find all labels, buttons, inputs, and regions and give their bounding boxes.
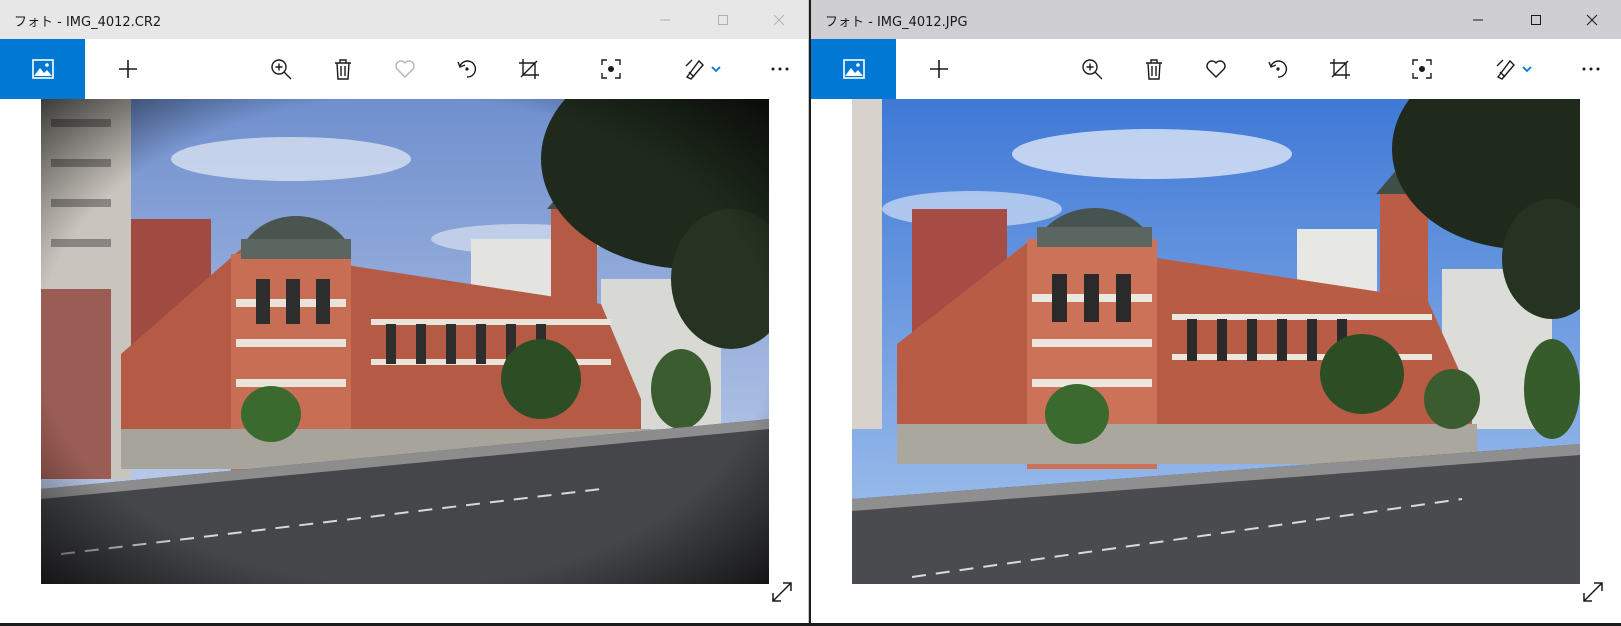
photo-building-image bbox=[41, 99, 769, 584]
add-button[interactable] bbox=[923, 53, 955, 85]
photo-image bbox=[41, 99, 769, 584]
rotate-icon bbox=[457, 60, 477, 78]
more-icon bbox=[1582, 67, 1600, 71]
more-button[interactable] bbox=[1575, 53, 1607, 85]
chevron-down-icon bbox=[1522, 66, 1532, 73]
crop-icon bbox=[1330, 59, 1350, 79]
rotate-button[interactable] bbox=[451, 53, 483, 85]
photos-home-button[interactable] bbox=[811, 39, 896, 99]
photo-canvas[interactable] bbox=[0, 99, 808, 623]
enhance-icon bbox=[1412, 59, 1432, 79]
minimize-button[interactable] bbox=[1449, 0, 1507, 39]
maximize-icon bbox=[1531, 14, 1541, 25]
edit-draw-icon bbox=[685, 59, 704, 80]
photos-home-button[interactable] bbox=[0, 39, 85, 99]
title-bar[interactable]: フォト - IMG_4012.JPG bbox=[811, 0, 1621, 39]
delete-button[interactable] bbox=[327, 53, 359, 85]
enhance-icon bbox=[601, 59, 621, 79]
rotate-icon bbox=[1268, 60, 1288, 78]
photos-home-icon bbox=[31, 59, 54, 79]
close-icon bbox=[773, 14, 785, 25]
zoom-button[interactable] bbox=[265, 53, 297, 85]
expand-icon bbox=[1583, 582, 1603, 602]
crop-button[interactable] bbox=[1324, 53, 1356, 85]
maximize-icon bbox=[718, 14, 728, 25]
edit-dropdown[interactable] bbox=[1519, 53, 1535, 85]
command-bar bbox=[811, 39, 1621, 99]
edit-dropdown[interactable] bbox=[708, 53, 724, 85]
maximize-button[interactable] bbox=[1507, 0, 1565, 39]
photos-window-raw: フォト - IMG_4012.CR2 bbox=[0, 0, 809, 623]
fullscreen-button[interactable] bbox=[1580, 579, 1606, 605]
command-bar bbox=[0, 39, 808, 99]
delete-icon bbox=[335, 59, 351, 80]
add-icon bbox=[930, 60, 948, 78]
photo-image bbox=[852, 99, 1580, 584]
favorite-button[interactable] bbox=[1200, 53, 1232, 85]
zoom-button[interactable] bbox=[1076, 53, 1108, 85]
more-button[interactable] bbox=[764, 53, 796, 85]
expand-icon bbox=[772, 582, 792, 602]
chevron-down-icon bbox=[711, 66, 721, 73]
photos-home-icon bbox=[842, 59, 865, 79]
close-button[interactable] bbox=[750, 0, 808, 39]
zoom-in-icon bbox=[271, 59, 292, 80]
enhance-button[interactable] bbox=[595, 53, 627, 85]
crop-icon bbox=[519, 59, 539, 79]
delete-icon bbox=[1146, 59, 1162, 80]
add-icon bbox=[119, 60, 137, 78]
window-title: フォト - IMG_4012.JPG bbox=[825, 15, 968, 30]
maximize-button[interactable] bbox=[694, 0, 752, 39]
edit-draw-icon bbox=[1496, 59, 1515, 80]
favorite-icon bbox=[395, 60, 415, 78]
minimize-icon bbox=[660, 19, 670, 20]
enhance-button[interactable] bbox=[1406, 53, 1438, 85]
close-button[interactable] bbox=[1563, 0, 1621, 39]
zoom-in-icon bbox=[1082, 59, 1103, 80]
close-icon bbox=[1586, 14, 1598, 25]
favorite-button[interactable] bbox=[389, 53, 421, 85]
favorite-icon bbox=[1206, 60, 1226, 78]
photos-window-jpg: フォト - IMG_4012.JPG bbox=[811, 0, 1621, 623]
photo-building-image bbox=[852, 99, 1580, 584]
photo-canvas[interactable] bbox=[811, 99, 1621, 623]
rotate-button[interactable] bbox=[1262, 53, 1294, 85]
title-bar[interactable]: フォト - IMG_4012.CR2 bbox=[0, 0, 808, 39]
fullscreen-button[interactable] bbox=[769, 579, 795, 605]
minimize-button[interactable] bbox=[636, 0, 694, 39]
crop-button[interactable] bbox=[513, 53, 545, 85]
more-icon bbox=[771, 67, 789, 71]
minimize-icon bbox=[1473, 19, 1483, 20]
delete-button[interactable] bbox=[1138, 53, 1170, 85]
window-title: フォト - IMG_4012.CR2 bbox=[14, 15, 162, 30]
add-button[interactable] bbox=[112, 53, 144, 85]
